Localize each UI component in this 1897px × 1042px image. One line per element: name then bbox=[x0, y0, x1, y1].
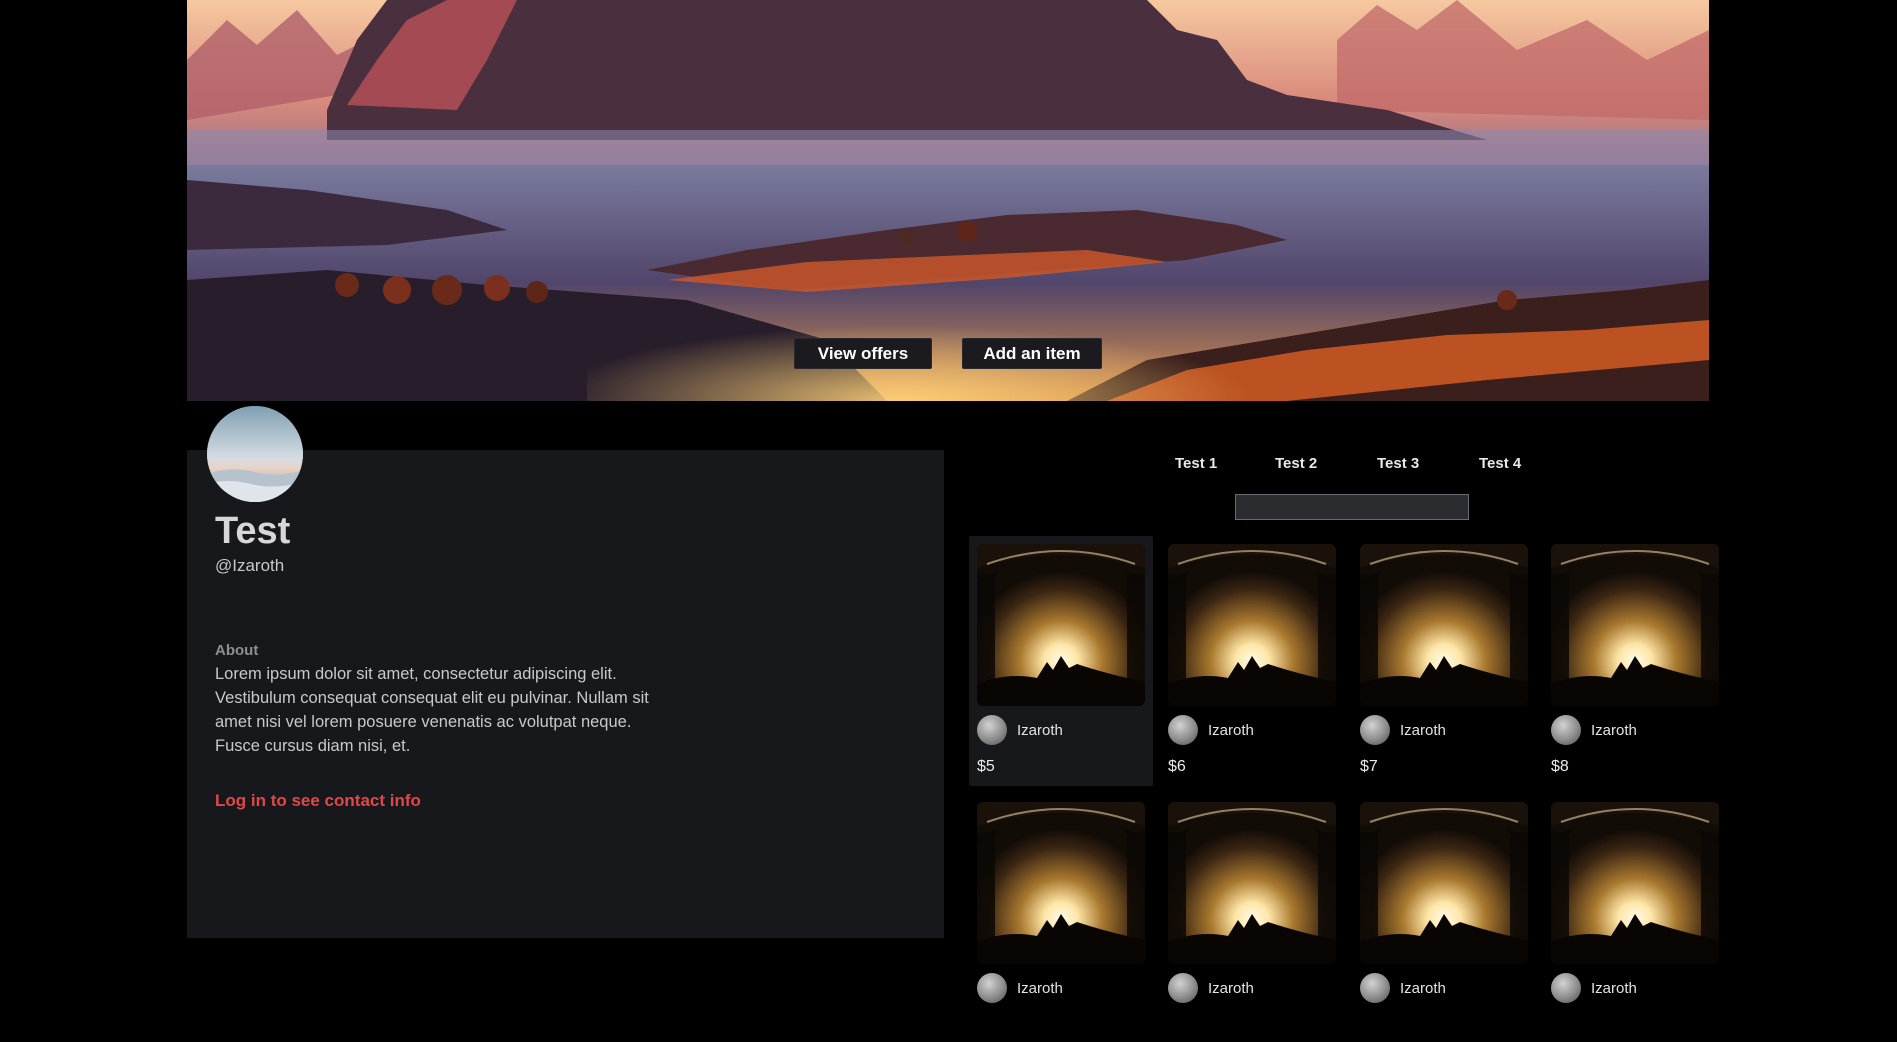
item-card[interactable]: Izaroth $6 bbox=[1168, 544, 1336, 784]
seller-name: Izaroth bbox=[1208, 722, 1254, 739]
item-thumbnail[interactable] bbox=[1360, 544, 1528, 706]
item-thumbnail[interactable] bbox=[1168, 802, 1336, 964]
seller-name: Izaroth bbox=[1208, 980, 1254, 997]
seller-name: Izaroth bbox=[1400, 722, 1446, 739]
add-item-button[interactable]: Add an item bbox=[962, 338, 1102, 369]
item-thumbnail[interactable] bbox=[1168, 544, 1336, 706]
view-offers-button[interactable]: View offers bbox=[794, 338, 932, 369]
item-card[interactable]: Izaroth bbox=[977, 802, 1145, 1042]
profile-banner: View offers Add an item bbox=[187, 0, 1709, 401]
seller-avatar bbox=[977, 973, 1007, 1003]
tab-test-4[interactable]: Test 4 bbox=[1479, 455, 1521, 472]
item-card[interactable]: Izaroth bbox=[1551, 802, 1719, 1042]
item-price: $7 bbox=[1360, 758, 1378, 775]
login-contact-link[interactable]: Log in to see contact info bbox=[215, 791, 421, 811]
item-price: $5 bbox=[977, 758, 995, 775]
profile-avatar bbox=[207, 406, 303, 502]
seller-name: Izaroth bbox=[1400, 980, 1446, 997]
seller-avatar bbox=[1168, 715, 1198, 745]
seller-avatar bbox=[977, 715, 1007, 745]
item-thumbnail[interactable] bbox=[1360, 802, 1528, 964]
seller-name: Izaroth bbox=[1591, 980, 1637, 997]
concert-thumbnail-image bbox=[1360, 802, 1528, 964]
concert-thumbnail-image bbox=[1168, 802, 1336, 964]
seller-avatar bbox=[1360, 973, 1390, 1003]
item-thumbnail[interactable] bbox=[977, 544, 1145, 706]
seller-avatar bbox=[1360, 715, 1390, 745]
tab-test-3[interactable]: Test 3 bbox=[1377, 455, 1419, 472]
item-price: $6 bbox=[1168, 758, 1186, 775]
concert-thumbnail-image bbox=[1168, 544, 1336, 706]
search-input[interactable] bbox=[1235, 494, 1469, 520]
item-thumbnail[interactable] bbox=[1551, 802, 1719, 964]
concert-thumbnail-image bbox=[977, 802, 1145, 964]
concert-thumbnail-image bbox=[1551, 544, 1719, 706]
profile-name: Test bbox=[215, 510, 291, 552]
seller-avatar bbox=[1551, 715, 1581, 745]
about-text: Lorem ipsum dolor sit amet, consectetur … bbox=[215, 665, 649, 755]
tab-test-1[interactable]: Test 1 bbox=[1175, 455, 1217, 472]
seller-avatar bbox=[1551, 973, 1581, 1003]
seller-name: Izaroth bbox=[1017, 722, 1063, 739]
item-card[interactable]: Izaroth bbox=[1168, 802, 1336, 1042]
landscape-banner-image bbox=[187, 0, 1709, 401]
seller-name: Izaroth bbox=[1591, 722, 1637, 739]
item-thumbnail[interactable] bbox=[977, 802, 1145, 964]
avatar-image bbox=[207, 406, 303, 502]
concert-thumbnail-image bbox=[1551, 802, 1719, 964]
about-heading: About bbox=[215, 642, 259, 659]
seller-name: Izaroth bbox=[1017, 980, 1063, 997]
item-thumbnail[interactable] bbox=[1551, 544, 1719, 706]
item-card[interactable]: Izaroth $8 bbox=[1551, 544, 1719, 784]
item-card[interactable]: Izaroth $7 bbox=[1360, 544, 1528, 784]
concert-thumbnail-image bbox=[1360, 544, 1528, 706]
seller-avatar bbox=[1168, 973, 1198, 1003]
item-card[interactable]: Izaroth $5 bbox=[969, 536, 1153, 786]
item-card[interactable]: Izaroth bbox=[1360, 802, 1528, 1042]
tab-test-2[interactable]: Test 2 bbox=[1275, 455, 1317, 472]
profile-handle: @Izaroth bbox=[215, 556, 285, 575]
concert-thumbnail-image bbox=[977, 544, 1145, 706]
item-price: $8 bbox=[1551, 758, 1569, 775]
